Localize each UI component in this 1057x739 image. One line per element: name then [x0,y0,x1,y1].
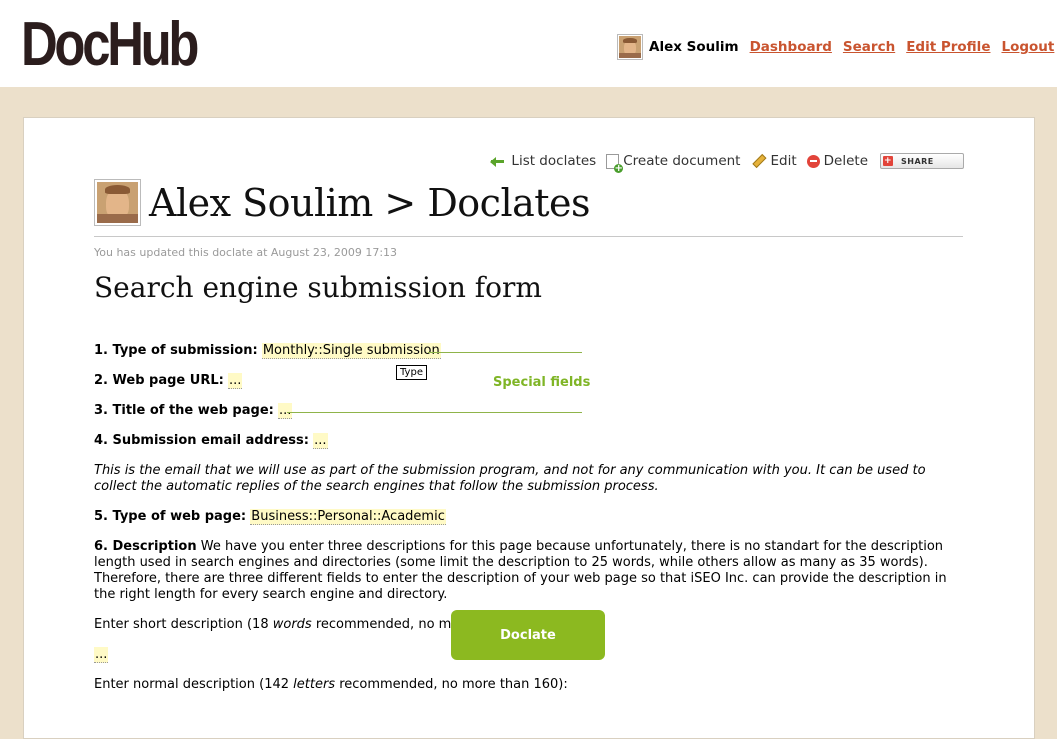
type-of-web-page-field[interactable]: Business::Personal::Academic [250,509,446,525]
question-type-of-submission: 1. Type of submission: Monthly::Single s… [94,343,441,359]
doclate-toolbar: List doclates Create document Edit Delet… [481,153,964,173]
web-page-url-field[interactable]: ... [227,373,243,389]
special-fields-label: Special fields [493,375,591,390]
delete-button[interactable]: Delete [806,153,868,169]
question-label: 6. Description [94,539,197,554]
guide-line [287,412,582,413]
dashboard-link[interactable]: Dashboard [750,39,832,55]
question-web-page-url: 2. Web page URL: ... [94,373,243,389]
edit-button[interactable]: Edit [750,153,796,169]
list-doclates-label: List doclates [511,153,597,169]
update-note: You has updated this doclate at August 2… [94,246,398,259]
question-label: 2. Web page URL: [94,373,224,388]
share-button[interactable]: + SHARE [880,153,964,169]
prompt-text: recommended, no more [311,617,473,632]
user-name: Alex Soulim [649,39,739,55]
short-description-prompt: Enter short description (18 words recomm… [94,617,472,633]
short-description-row: ... [94,647,109,663]
email-note: This is the email that we will use as pa… [94,463,926,494]
type-of-submission-field[interactable]: Monthly::Single submission [261,343,441,359]
prompt-emphasis: letters [293,677,336,692]
type-tooltip: Type [396,365,427,380]
question-label: 1. Type of submission: [94,343,258,358]
create-document-button[interactable]: Create document [606,153,741,173]
dochub-logo[interactable]: DocHub [21,8,199,82]
list-doclates-button[interactable]: List doclates [490,153,597,169]
new-document-icon [606,153,624,173]
back-arrow-icon [490,154,507,168]
submission-email-field[interactable]: ... [313,433,328,449]
question-label: 3. Title of the web page: [94,403,274,418]
normal-description-prompt: Enter normal description (142 letters re… [94,677,568,693]
question-title: 3. Title of the web page: ... [94,403,293,419]
divider [94,236,963,237]
prompt-emphasis: words [272,617,312,632]
avatar-large [94,179,141,226]
description-paragraph: 6. Description We have you enter three d… [94,539,962,603]
create-document-label: Create document [623,153,741,169]
user-nav: Alex Soulim Dashboard Search Edit Profil… [617,33,1054,61]
doclate-button[interactable]: Doclate [451,610,605,660]
edit-label: Edit [770,153,797,169]
prompt-text: recommended, no more than 160): [335,677,568,692]
question-label: 4. Submission email address: [94,433,309,448]
question-email: 4. Submission email address: ... [94,433,328,449]
search-link[interactable]: Search [843,39,895,55]
avatar[interactable] [617,34,643,60]
prompt-text: Enter short description (18 [94,617,273,632]
question-label: 5. Type of web page: [94,509,247,524]
pencil-icon [748,150,769,171]
title-row: Alex Soulim > Doclates [94,179,591,226]
short-description-field[interactable]: ... [94,647,109,663]
share-label: SHARE [901,156,934,166]
question-type-of-web-page: 5. Type of web page: Business::Personal:… [94,509,446,525]
page-title: Alex Soulim > Doclates [149,180,591,225]
prompt-text: Enter normal description (142 [94,677,294,692]
edit-profile-link[interactable]: Edit Profile [906,39,990,55]
description-text: We have you enter three descriptions for… [94,539,947,602]
doclate-title: Search engine submission form [94,271,542,304]
header: DocHub Alex Soulim Dashboard Search Edit… [0,0,1057,87]
delete-label: Delete [823,153,868,169]
web-page-title-field[interactable]: ... [277,403,293,419]
plus-icon: + [883,156,893,166]
delete-icon [806,154,820,168]
guide-line [428,352,582,353]
logout-link[interactable]: Logout [1001,39,1054,55]
